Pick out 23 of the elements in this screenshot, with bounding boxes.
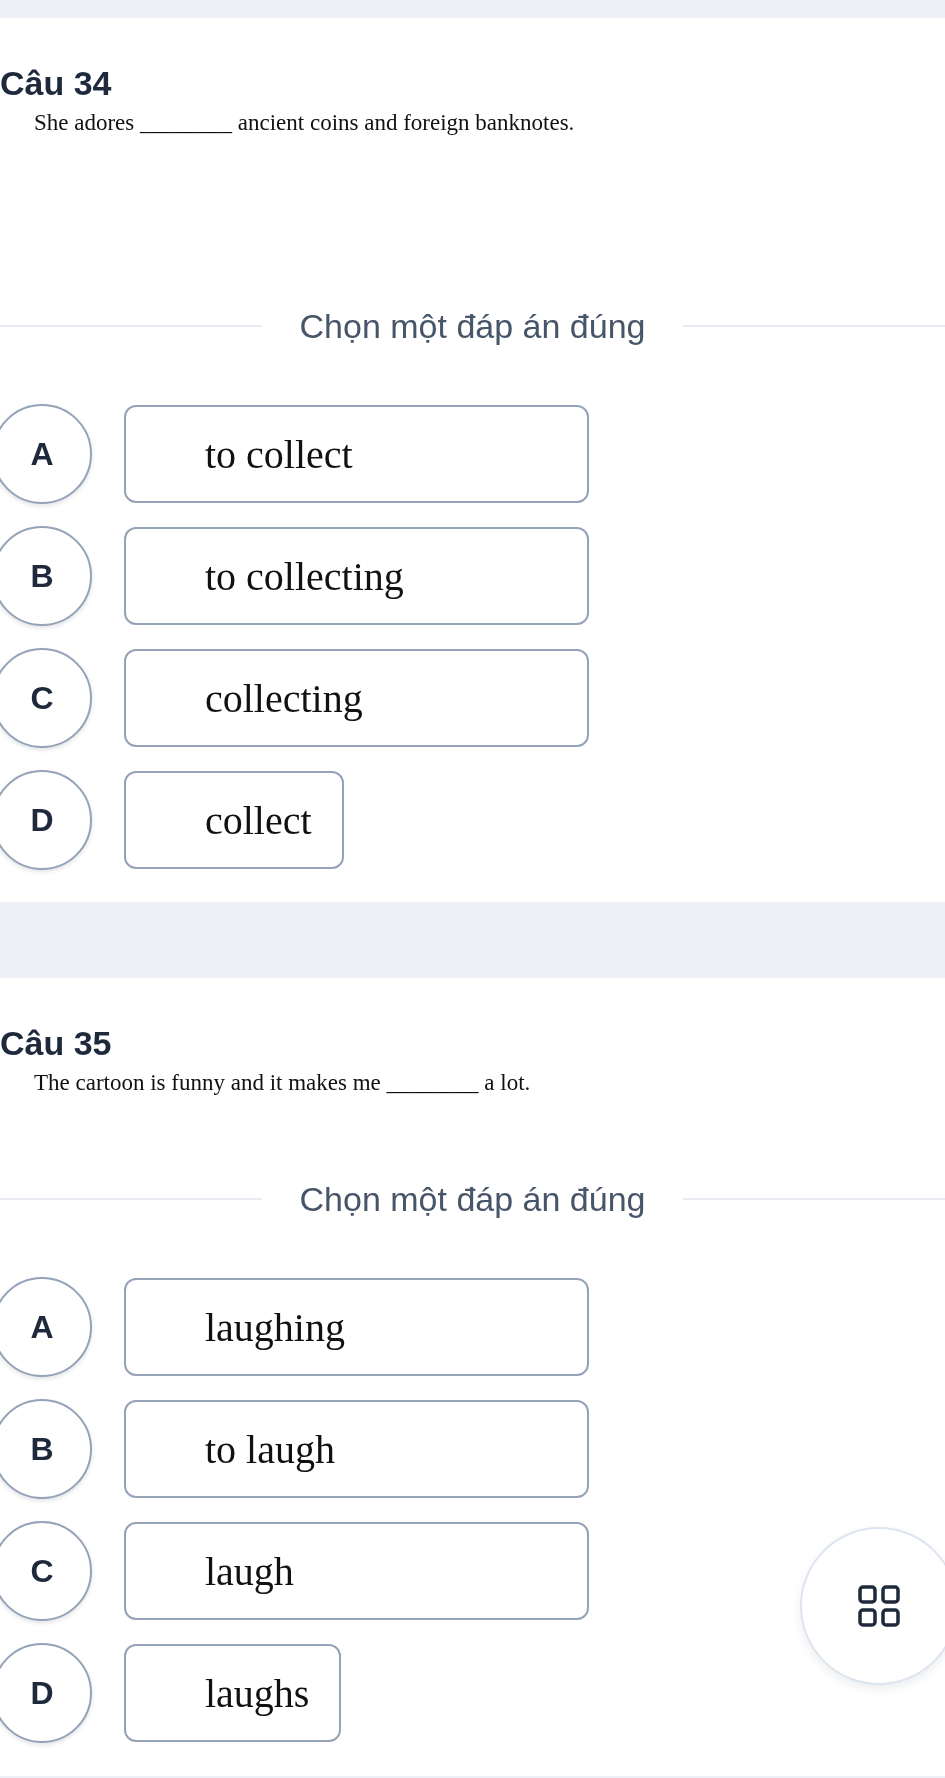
answer-option[interactable]: to laugh [124, 1400, 589, 1498]
option-letter[interactable]: B [0, 526, 92, 626]
instruction-label: Chọn một đáp án đúng [299, 309, 646, 343]
answer-option[interactable]: collecting [124, 649, 589, 747]
option-letter[interactable]: A [0, 404, 92, 504]
option-letter[interactable]: B [0, 1399, 92, 1499]
option-letter[interactable]: C [0, 648, 92, 748]
answer-option[interactable]: to collecting [124, 527, 589, 625]
question-number: Câu 34 [0, 63, 113, 103]
question-text: She adores ________ ancient coins and foreign banknotes. [34, 109, 576, 137]
answer-option[interactable]: to collect [124, 405, 589, 503]
option-letter[interactable]: D [0, 1643, 92, 1743]
question-text: The cartoon is funny and it makes me ________ a lot. [34, 1069, 532, 1097]
grid-icon [858, 1585, 900, 1627]
question-number: Câu 35 [0, 1023, 113, 1063]
option-letter[interactable]: A [0, 1277, 92, 1377]
answer-option[interactable]: laugh [124, 1522, 589, 1620]
answer-option[interactable]: collect [124, 771, 344, 869]
answer-option[interactable]: laughing [124, 1278, 589, 1376]
instruction-label: Chọn một đáp án đúng [299, 1182, 646, 1216]
answer-option[interactable]: laughs [124, 1644, 342, 1742]
option-letter[interactable]: C [0, 1521, 92, 1621]
option-letter[interactable]: D [0, 770, 92, 870]
